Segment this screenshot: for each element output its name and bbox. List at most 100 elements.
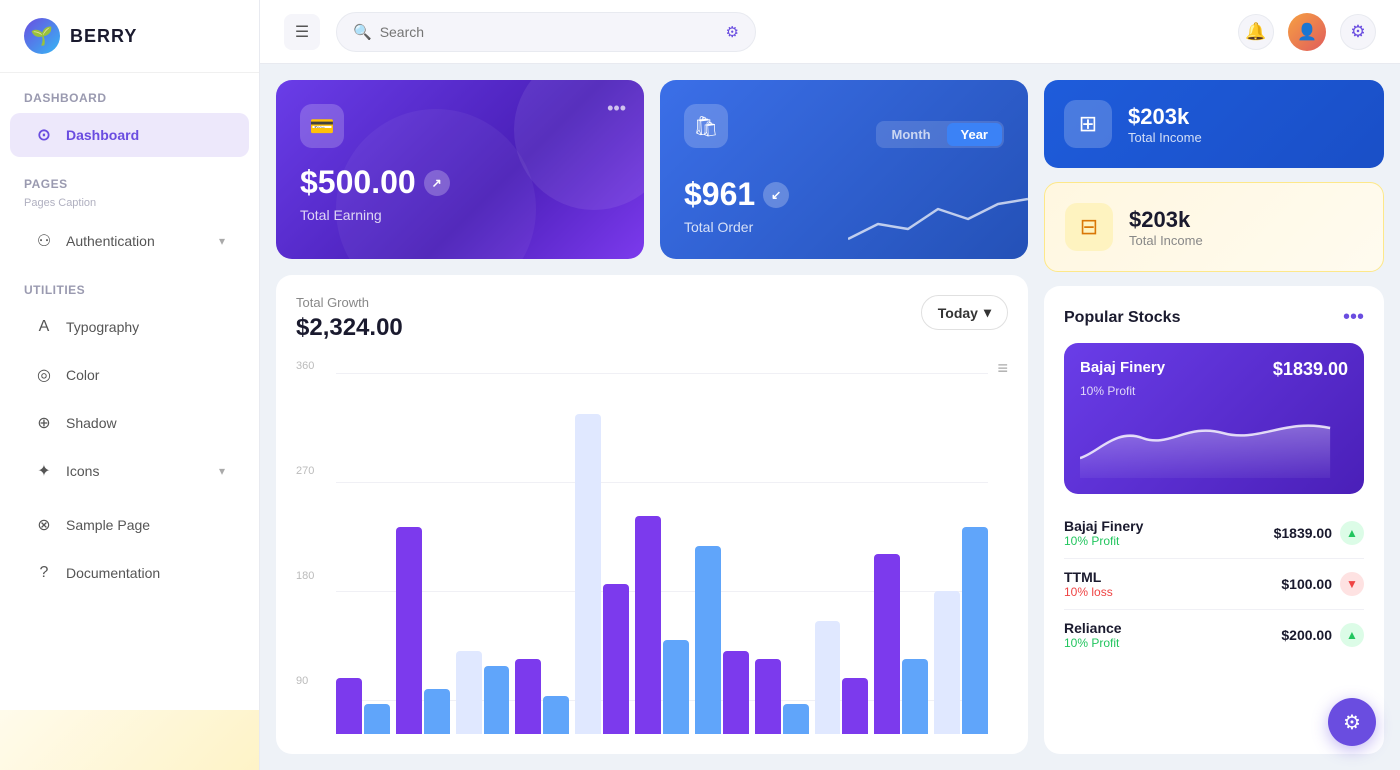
header-right: 🔔 👤 ⚙ [1238, 13, 1376, 51]
income-yellow-info: $203k Total Income [1129, 207, 1203, 248]
sidebar-item-icons-label: Icons [66, 463, 99, 479]
stock-bajaj-right: $1839.00 ▲ [1274, 521, 1364, 545]
today-label: Today [938, 305, 978, 321]
sample-page-icon: ⊗ [34, 515, 54, 535]
today-button[interactable]: Today ▾ [921, 295, 1008, 330]
gear-icon: ⚙ [1350, 22, 1365, 42]
bar-8b [783, 704, 809, 734]
logo: 🌱 BERRY [0, 0, 259, 73]
bar-6b [663, 640, 689, 734]
tab-month[interactable]: Month [878, 123, 945, 146]
y-axis: 360 270 180 90 [296, 358, 332, 734]
sidebar-item-icons[interactable]: ✦ Icons ▾ [10, 449, 249, 493]
y-label-180: 180 [296, 570, 314, 582]
sidebar: 🌱 BERRY Dashboard ⊙ Dashboard Pages Page… [0, 0, 260, 770]
bar-11a [934, 591, 960, 734]
card-order-top: 🛍 Month Year [684, 104, 1004, 164]
bar-1b [364, 704, 390, 734]
chart-title-area: Total Growth $2,324.00 [296, 295, 403, 342]
sidebar-item-documentation[interactable]: ? Documentation [10, 551, 249, 595]
fab-icon: ⚙ [1343, 710, 1361, 735]
sidebar-item-sample-page[interactable]: ⊗ Sample Page [10, 503, 249, 547]
bar-7b [723, 651, 749, 734]
sidebar-item-sample-page-label: Sample Page [66, 517, 150, 533]
bar-6a [635, 516, 661, 734]
stock-reliance-profit: 10% Profit [1064, 636, 1122, 650]
sidebar-item-authentication-label: Authentication [66, 233, 155, 249]
order-card-icon: 🛍 [684, 104, 728, 148]
sidebar-item-dashboard[interactable]: ⊙ Dashboard [10, 113, 249, 157]
stock-reliance-trend-icon: ▲ [1340, 623, 1364, 647]
income-yellow-icon: ⊟ [1065, 203, 1113, 251]
search-bar[interactable]: 🔍 ⚙ [336, 12, 756, 52]
color-icon: ◎ [34, 365, 54, 385]
stocks-card: Popular Stocks ••• Bajaj Finery $1839.00… [1044, 286, 1384, 754]
order-chart [848, 179, 1028, 259]
bar-1a [336, 678, 362, 734]
menu-button[interactable]: ☰ [284, 14, 320, 50]
bar-group-11 [934, 358, 988, 734]
stock-bajaj-name: Bajaj Finery [1064, 518, 1143, 534]
y-label-360: 360 [296, 360, 314, 372]
earning-card-icon: 💳 [300, 104, 344, 148]
stock-bajaj-price: $1839.00 [1274, 525, 1332, 541]
bar-5b [603, 584, 629, 734]
income-yellow-amount: $203k [1129, 207, 1203, 233]
sidebar-item-color-label: Color [66, 367, 99, 383]
bar-4a [515, 659, 541, 734]
sidebar-item-authentication[interactable]: ⚇ Authentication ▾ [10, 219, 249, 263]
notification-button[interactable]: 🔔 [1238, 14, 1274, 50]
authentication-icon: ⚇ [34, 231, 54, 251]
stock-row-reliance: Reliance 10% Profit $200.00 ▲ [1064, 610, 1364, 660]
stocks-more-button[interactable]: ••• [1343, 306, 1364, 329]
y-label-90: 90 [296, 675, 308, 687]
content: 💳 ••• $500.00 ↗ Total Earning 🛍 Month Ye [260, 64, 1400, 770]
stock-ttml-trend-icon: ▼ [1340, 572, 1364, 596]
fab-button[interactable]: ⚙ [1328, 698, 1376, 746]
stocks-title: Popular Stocks [1064, 309, 1180, 327]
chart-amount: $2,324.00 [296, 314, 403, 342]
period-tab-group: Month Year [876, 121, 1004, 148]
bar-3b [484, 666, 510, 734]
stock-ttml-right: $100.00 ▼ [1281, 572, 1364, 596]
bar-7a [695, 546, 721, 734]
stock-ttml-profit: 10% loss [1064, 585, 1113, 599]
filter-icon: ⚙ [726, 23, 739, 41]
settings-button[interactable]: ⚙ [1340, 14, 1376, 50]
bars-container [336, 358, 988, 734]
search-input[interactable] [380, 24, 718, 40]
bar-group-10 [874, 358, 928, 734]
featured-stock-chart [1080, 408, 1348, 478]
menu-icon: ☰ [295, 22, 309, 42]
bar-group-4 [515, 358, 569, 734]
income-card-blue: ⊞ $203k Total Income [1044, 80, 1384, 168]
chart-menu-icon[interactable]: ≡ [997, 358, 1008, 379]
chevron-down-icon-icons: ▾ [219, 464, 225, 478]
bell-icon: 🔔 [1245, 22, 1266, 42]
earning-card-menu[interactable]: ••• [607, 98, 626, 119]
sidebar-item-shadow[interactable]: ⊕ Shadow [10, 401, 249, 445]
stock-row-ttml-info: TTML 10% loss [1064, 569, 1113, 599]
shadow-icon: ⊕ [34, 413, 54, 433]
bar-3a [456, 651, 482, 734]
logo-text: BERRY [70, 26, 137, 47]
tab-year[interactable]: Year [947, 123, 1002, 146]
stock-row-reliance-info: Reliance 10% Profit [1064, 620, 1122, 650]
avatar[interactable]: 👤 [1288, 13, 1326, 51]
sidebar-item-color[interactable]: ◎ Color [10, 353, 249, 397]
bar-8a [755, 659, 781, 734]
sidebar-item-documentation-label: Documentation [66, 565, 160, 581]
sidebar-item-typography[interactable]: A Typography [10, 305, 249, 349]
stock-reliance-price: $200.00 [1281, 627, 1332, 643]
stock-reliance-name: Reliance [1064, 620, 1122, 636]
income-blue-amount: $203k [1128, 104, 1202, 130]
bar-group-8 [755, 358, 809, 734]
stock-row-bajaj-info: Bajaj Finery 10% Profit [1064, 518, 1143, 548]
chevron-down-icon: ▾ [219, 234, 225, 248]
bar-group-5 [575, 358, 629, 734]
bar-group-2 [396, 358, 450, 734]
stock-ttml-name: TTML [1064, 569, 1113, 585]
order-trend-icon: ↙ [763, 182, 789, 208]
bar-10a [874, 554, 900, 734]
income-card-yellow: ⊟ $203k Total Income [1044, 182, 1384, 272]
